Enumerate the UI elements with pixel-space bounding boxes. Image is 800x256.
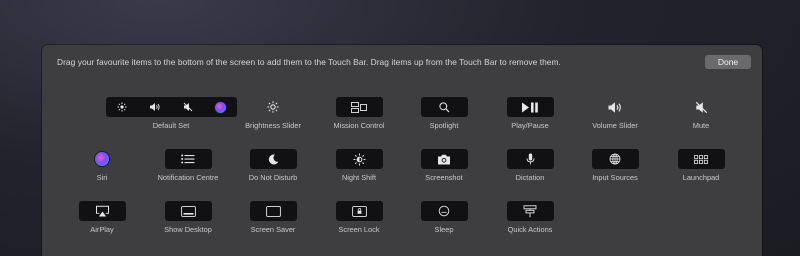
play-pause-key[interactable] [506,97,554,117]
item-volume-slider[interactable]: Volume Slider [565,97,665,130]
volume-icon [607,101,623,114]
volume-icon [149,102,161,112]
item-sleep[interactable]: Sleep [394,201,494,234]
airplay-key[interactable] [78,201,126,221]
mute-icon [695,101,708,114]
brightness-slider-key[interactable] [250,97,297,117]
item-label: Screen Saver [250,225,296,234]
item-label: Quick Actions [507,225,553,234]
lock-screen-icon [351,205,367,217]
customize-touch-bar-panel: Drag your favourite items to the bottom … [42,45,762,256]
item-brightness-slider[interactable]: Brightness Slider [223,97,323,130]
item-siri[interactable]: Siri [52,149,152,182]
spotlight-key[interactable] [420,97,468,117]
item-screenshot[interactable]: Screenshot [394,149,494,182]
volume-slider-key[interactable] [592,97,639,117]
item-label: Sleep [434,225,454,234]
instructions-text: Drag your favourite items to the bottom … [57,57,561,67]
done-button[interactable]: Done [705,55,751,69]
show-desktop-key[interactable] [164,201,212,221]
globe-icon [609,153,621,165]
input-sources-key[interactable] [591,149,639,169]
magnifier-icon [438,101,450,113]
screenshot-key[interactable] [420,149,468,169]
play-pause-icon [521,102,539,113]
screen-icon [265,205,281,217]
sleep-key[interactable] [420,201,468,221]
dictation-key[interactable] [506,149,554,169]
mission-control-key[interactable] [335,97,383,117]
brightness-icon [117,102,127,112]
brightness-icon [267,101,279,113]
siri-key[interactable] [92,149,112,169]
mute-key[interactable] [678,97,725,117]
list-icon [181,154,195,164]
item-airplay[interactable]: AirPlay [52,201,152,234]
item-launchpad[interactable]: Launchpad [651,149,751,182]
notification-centre-key[interactable] [164,149,212,169]
night-shift-icon [353,153,366,166]
item-do-not-disturb[interactable]: Do Not Disturb [223,149,323,182]
item-screen-saver[interactable]: Screen Saver [223,201,323,234]
item-label: Mute [692,121,710,130]
item-label: Launchpad [682,173,720,182]
screen-saver-key[interactable] [249,201,297,221]
camera-icon [437,154,451,165]
do-not-disturb-key[interactable] [249,149,297,169]
screen-lock-key[interactable] [335,201,383,221]
item-label: AirPlay [90,225,114,234]
item-label: Brightness Slider [245,121,301,130]
item-label: Volume Slider [592,121,638,130]
item-label: Screenshot [425,173,463,182]
item-input-sources[interactable]: Input Sources [565,149,665,182]
microphone-icon [526,153,535,165]
siri-icon [95,152,109,166]
item-label: Input Sources [592,173,638,182]
item-label: Do Not Disturb [248,173,298,182]
quick-actions-key[interactable] [506,201,554,221]
night-shift-key[interactable] [335,149,383,169]
item-label: Siri [96,173,108,182]
default-set-strip[interactable] [105,97,237,117]
mute-icon [183,102,193,112]
airplay-icon [95,205,110,217]
grid-icon [694,154,708,164]
item-mute[interactable]: Mute [651,97,751,130]
desktop-icon [180,205,196,217]
sleep-icon [438,205,450,217]
moon-icon [268,153,279,165]
item-quick-actions[interactable]: Quick Actions [480,201,580,234]
item-label: Spotlight [429,121,459,130]
item-spotlight[interactable]: Spotlight [394,97,494,130]
mission-control-icon [351,101,367,113]
quick-actions-icon [523,204,537,218]
launchpad-key[interactable] [677,149,725,169]
